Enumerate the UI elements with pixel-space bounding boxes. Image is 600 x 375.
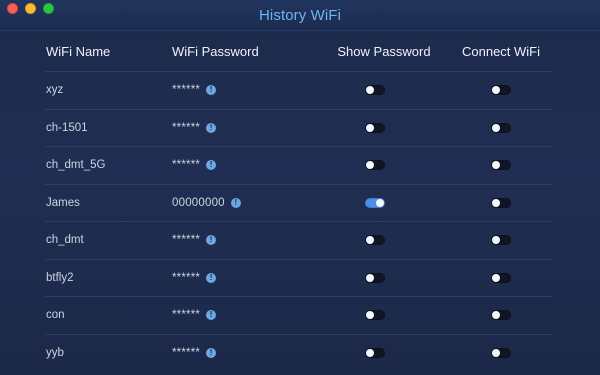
header-show-password: Show Password bbox=[337, 43, 431, 59]
info-icon[interactable]: ! bbox=[206, 347, 217, 358]
connect-wifi-toggle[interactable] bbox=[491, 310, 511, 321]
wifi-password: ****** bbox=[172, 121, 201, 134]
show-password-toggle[interactable] bbox=[365, 272, 385, 283]
wifi-password: ****** bbox=[172, 234, 201, 247]
wifi-password-cell: ******! bbox=[172, 309, 300, 321]
wifi-name: ch_dmt_5G bbox=[46, 159, 106, 172]
info-icon[interactable]: ! bbox=[206, 235, 217, 246]
show-password-toggle[interactable] bbox=[365, 310, 385, 321]
wifi-password-cell: ******! bbox=[172, 272, 300, 284]
table-row: ch_dmt ******! bbox=[45, 221, 552, 259]
wifi-name: James bbox=[46, 196, 80, 209]
wifi-name: xyz bbox=[46, 84, 64, 97]
wifi-name: yyb bbox=[46, 346, 64, 359]
connect-wifi-cell bbox=[450, 347, 552, 358]
show-password-toggle[interactable] bbox=[365, 347, 385, 358]
wifi-password-cell: ******! bbox=[172, 347, 300, 359]
table-body: xyz ******! ch-1501 ******! ch_dmt_5G ******!… bbox=[45, 71, 552, 371]
show-password-toggle[interactable] bbox=[365, 197, 385, 208]
wifi-name: ch-1501 bbox=[46, 121, 88, 134]
connect-wifi-toggle[interactable] bbox=[491, 347, 511, 358]
wifi-password: ****** bbox=[172, 84, 201, 97]
info-icon[interactable]: ! bbox=[206, 310, 217, 321]
show-password-toggle[interactable] bbox=[365, 122, 385, 133]
connect-wifi-cell bbox=[450, 85, 552, 96]
info-icon[interactable]: ! bbox=[206, 272, 217, 283]
toggle-knob bbox=[366, 161, 374, 170]
toggle-knob bbox=[492, 236, 500, 245]
header-connect-wifi: Connect WiFi bbox=[461, 43, 541, 59]
toggle-knob bbox=[366, 273, 374, 282]
show-password-toggle[interactable] bbox=[365, 235, 385, 246]
info-icon[interactable]: ! bbox=[206, 160, 217, 171]
show-password-toggle[interactable] bbox=[365, 160, 385, 171]
connect-wifi-cell bbox=[450, 272, 552, 283]
connect-wifi-cell bbox=[450, 197, 552, 208]
wifi-password: ****** bbox=[172, 309, 201, 322]
show-password-cell bbox=[300, 85, 450, 96]
table-row: xyz ******! bbox=[45, 71, 552, 109]
toggle-knob bbox=[492, 123, 500, 132]
toggle-knob bbox=[376, 198, 384, 207]
wifi-password-cell: ******! bbox=[172, 122, 300, 134]
connect-wifi-cell bbox=[450, 310, 552, 321]
connect-wifi-toggle[interactable] bbox=[491, 85, 511, 96]
info-icon[interactable]: ! bbox=[206, 122, 217, 133]
titlebar: History WiFi bbox=[0, 0, 600, 31]
wifi-password: 00000000 bbox=[172, 196, 225, 209]
toggle-knob bbox=[366, 348, 374, 357]
history-wifi-window: History WiFi WiFi Name WiFi Password Sho… bbox=[0, 0, 600, 375]
toggle-knob bbox=[492, 161, 500, 170]
wifi-history-table: WiFi Name WiFi Password Show Password Co… bbox=[45, 31, 552, 371]
wifi-name: con bbox=[46, 309, 65, 322]
wifi-password-cell: ******! bbox=[172, 234, 300, 246]
table-row: con ******! bbox=[45, 296, 552, 334]
connect-wifi-toggle[interactable] bbox=[491, 197, 511, 208]
connect-wifi-toggle[interactable] bbox=[491, 235, 511, 246]
toggle-knob bbox=[492, 311, 500, 320]
show-password-cell bbox=[300, 235, 450, 246]
show-password-cell bbox=[300, 272, 450, 283]
connect-wifi-toggle[interactable] bbox=[491, 272, 511, 283]
table-row: ch-1501 ******! bbox=[45, 108, 552, 147]
show-password-cell bbox=[300, 347, 450, 358]
toggle-knob bbox=[366, 311, 374, 320]
toggle-knob bbox=[366, 123, 374, 132]
connect-wifi-cell bbox=[450, 160, 552, 171]
toggle-knob bbox=[492, 198, 500, 207]
toggle-knob bbox=[492, 86, 500, 95]
connect-wifi-cell bbox=[450, 122, 552, 133]
show-password-cell bbox=[300, 197, 450, 208]
table-row: yyb ******! bbox=[45, 333, 552, 372]
show-password-cell bbox=[300, 310, 450, 321]
toggle-knob bbox=[366, 236, 374, 245]
table-header: WiFi Name WiFi Password Show Password Co… bbox=[45, 31, 552, 71]
info-icon[interactable]: ! bbox=[230, 197, 241, 208]
connect-wifi-toggle[interactable] bbox=[491, 122, 511, 133]
toggle-knob bbox=[492, 348, 500, 357]
header-wifi-password: WiFi Password bbox=[172, 43, 259, 59]
wifi-password-cell: ******! bbox=[172, 159, 300, 171]
toggle-knob bbox=[492, 273, 500, 282]
wifi-password: ****** bbox=[172, 159, 201, 172]
info-icon[interactable]: ! bbox=[206, 85, 217, 96]
wifi-password: ****** bbox=[172, 271, 201, 284]
show-password-cell bbox=[300, 160, 450, 171]
table-row: James 00000000! bbox=[45, 183, 552, 222]
connect-wifi-cell bbox=[450, 235, 552, 246]
header-wifi-name: WiFi Name bbox=[46, 43, 111, 59]
table-row: btfly2 ******! bbox=[45, 258, 552, 297]
wifi-name: ch_dmt bbox=[46, 234, 84, 247]
window-title: History WiFi bbox=[258, 7, 342, 24]
wifi-password: ****** bbox=[172, 346, 201, 359]
show-password-cell bbox=[300, 122, 450, 133]
toggle-knob bbox=[366, 86, 374, 95]
table-row: ch_dmt_5G ******! bbox=[45, 146, 552, 184]
wifi-password-cell: 00000000! bbox=[172, 197, 300, 209]
show-password-toggle[interactable] bbox=[365, 85, 385, 96]
wifi-name: btfly2 bbox=[46, 271, 74, 284]
wifi-password-cell: ******! bbox=[172, 84, 300, 96]
connect-wifi-toggle[interactable] bbox=[491, 160, 511, 171]
